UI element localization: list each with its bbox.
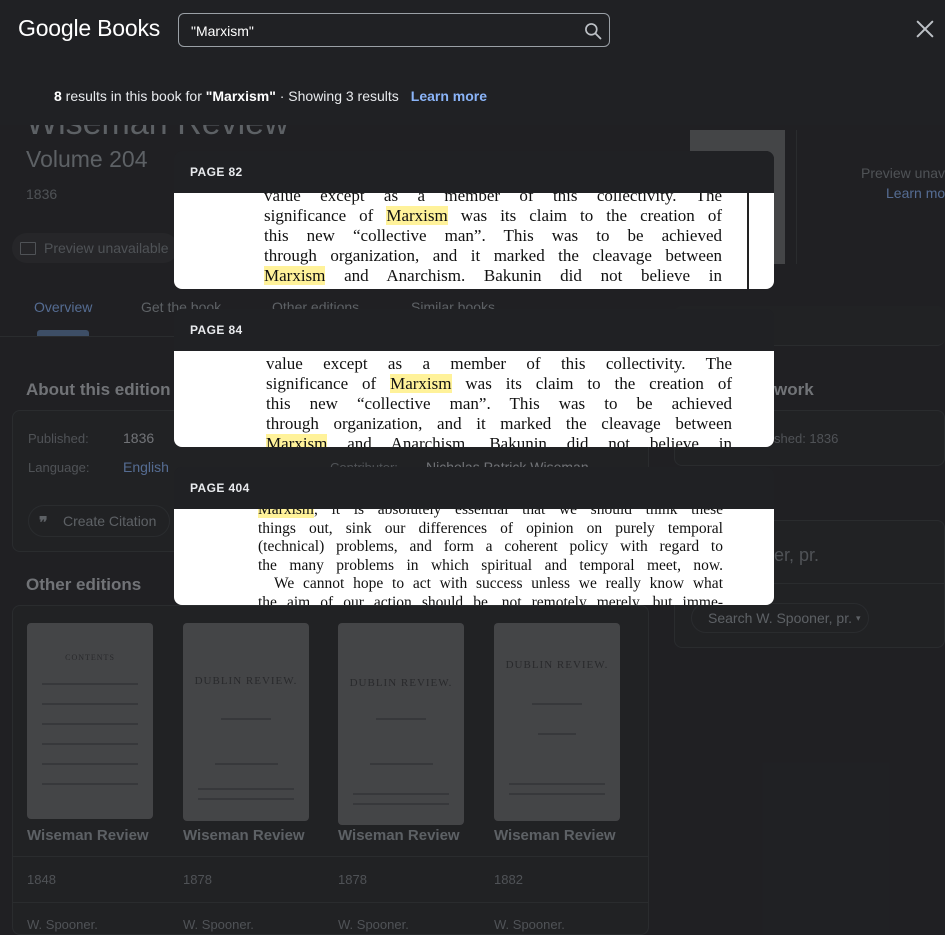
search-box — [178, 13, 610, 47]
snippet-line: Marxism and Anarchism. Bakunin did not b… — [266, 434, 732, 447]
snippet-line: through organization, and it marked the … — [266, 414, 732, 433]
close-icon[interactable] — [914, 18, 936, 40]
result-card-header: PAGE 84 — [174, 309, 774, 351]
snippet-text: value except as a member of this collect… — [266, 354, 732, 447]
snippet-line: things out, sink our differences of opin… — [258, 519, 723, 537]
result-page-number: PAGE 404 — [190, 481, 250, 495]
search-term-highlight: Marxism — [390, 374, 452, 393]
snippet-line: We cannot hope to act with success unles… — [274, 575, 723, 592]
snippet-line: (technical) problems, and form a coheren… — [258, 538, 723, 555]
result-page-number: PAGE 82 — [190, 165, 243, 179]
results-summary: 8 results in this book for "Marxism" · S… — [54, 88, 488, 104]
snippet-line: through organization, and it marked the … — [264, 246, 722, 265]
search-in-book-header: Google Books 8 results in this book for … — [0, 0, 945, 125]
result-page-number: PAGE 84 — [190, 323, 243, 337]
result-card-header: PAGE 82 — [174, 151, 774, 193]
page-snippet-image[interactable]: value except as a member of this collect… — [174, 193, 774, 289]
snippet-line: significance of Marxism was its claim to… — [266, 374, 732, 393]
search-term-highlight: Marxism — [386, 206, 448, 225]
snippet-text: value except as a member of this collect… — [264, 193, 722, 286]
snippet-line: the many problems in which spiritual and… — [258, 556, 723, 574]
search-term-highlight: Marxism — [258, 509, 314, 518]
learn-more-link[interactable]: Learn more — [411, 88, 487, 104]
page-snippet-image[interactable]: value except as a member of this collect… — [174, 351, 774, 447]
snippet-line: the aim of our action should be, not rem… — [258, 593, 723, 606]
google-books-logo[interactable]: Google Books — [18, 15, 160, 42]
snippet-line: value except as a member of this collect… — [266, 354, 732, 373]
snippet-line: this new “collective man”. This was to b… — [264, 226, 722, 245]
search-input[interactable] — [191, 22, 571, 40]
result-card[interactable]: PAGE 84 value except as a member of this… — [174, 309, 774, 447]
snippet-line: Marxism and Anarchism. Bakunin did not b… — [264, 266, 722, 285]
page-snippet-image[interactable]: Marxism, it is absolutely essential that… — [174, 509, 774, 605]
snippet-line: Marxism, it is absolutely essential that… — [258, 509, 723, 520]
result-query: "Marxism" — [205, 88, 276, 104]
snippet-line: value except as a member of this collect… — [264, 193, 722, 205]
result-card[interactable]: PAGE 82 value except as a member of this… — [174, 151, 774, 289]
snippet-line: significance of Marxism was its claim to… — [264, 206, 722, 225]
snippet-text: Marxism, it is absolutely essential that… — [258, 509, 723, 605]
search-term-highlight: Marxism — [264, 266, 326, 285]
snippet-line: this new “collective man”. This was to b… — [266, 394, 732, 413]
result-card-header: PAGE 404 — [174, 467, 774, 509]
result-card[interactable]: PAGE 404 Marxism, it is absolutely essen… — [174, 467, 774, 605]
search-term-highlight: Marxism — [266, 434, 328, 447]
result-count: 8 — [54, 88, 62, 104]
search-icon[interactable] — [583, 21, 603, 41]
